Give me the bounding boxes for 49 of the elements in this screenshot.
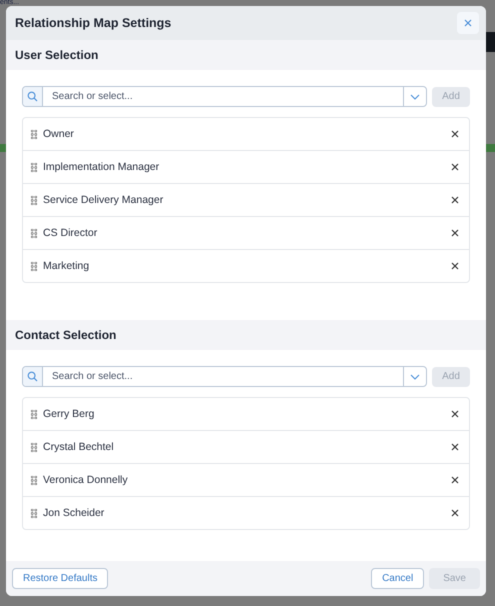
remove-button[interactable] [449, 161, 461, 173]
close-icon [451, 163, 459, 171]
drag-handle-icon[interactable] [31, 262, 37, 270]
dialog-title: Relationship Map Settings [15, 16, 172, 30]
close-icon [451, 410, 459, 418]
remove-button[interactable] [449, 128, 461, 140]
list-item-label: Crystal Bechtel [43, 441, 115, 453]
remove-button[interactable] [449, 408, 461, 420]
close-icon [451, 509, 459, 517]
search-field[interactable]: Search or select... [22, 86, 427, 107]
drag-handle-icon[interactable] [31, 228, 37, 238]
list-item-label: Gerry Berg [43, 408, 96, 420]
drag-handle-icon[interactable] [31, 476, 37, 484]
remove-button[interactable] [449, 194, 461, 206]
section-title: User Selection [15, 48, 98, 62]
close-icon [451, 476, 459, 484]
close-icon [451, 262, 459, 270]
cancel-button[interactable]: Cancel [371, 568, 424, 589]
drag-handle-icon[interactable] [31, 162, 37, 172]
drag-handle-icon[interactable] [31, 130, 37, 138]
list-item-label: Implementation Manager [43, 161, 160, 173]
chevron-down-icon[interactable] [410, 374, 420, 380]
remove-button[interactable] [449, 474, 461, 486]
restore-defaults-button[interactable]: Restore Defaults [12, 568, 108, 589]
list-item-label: CS Director [43, 227, 98, 239]
list-item-label: Owner [43, 128, 75, 140]
remove-button[interactable] [449, 441, 461, 453]
list-item-label: Marketing [43, 260, 90, 272]
drag-handle-icon[interactable] [31, 196, 37, 204]
list-item-label: Jon Scheider [43, 507, 106, 519]
chevron-down-icon[interactable] [410, 94, 420, 100]
close-icon [451, 229, 459, 237]
close-icon [464, 19, 472, 27]
drag-handle-icon[interactable] [31, 508, 37, 518]
remove-button[interactable] [449, 227, 461, 239]
close-icon [451, 443, 459, 451]
close-button[interactable] [457, 12, 479, 34]
search-icon [27, 371, 38, 382]
search-field[interactable]: Search or select... [22, 366, 427, 387]
remove-button[interactable] [449, 260, 461, 272]
close-icon [451, 130, 459, 138]
close-icon [451, 196, 459, 204]
remove-button[interactable] [449, 507, 461, 519]
list-item-label: Service Delivery Manager [43, 194, 164, 206]
section-title: Contact Selection [15, 328, 116, 342]
drag-handle-icon[interactable] [31, 410, 37, 418]
search-icon [27, 91, 38, 102]
drag-handle-icon[interactable] [31, 442, 37, 452]
list-item-label: Veronica Donnelly [43, 474, 129, 486]
